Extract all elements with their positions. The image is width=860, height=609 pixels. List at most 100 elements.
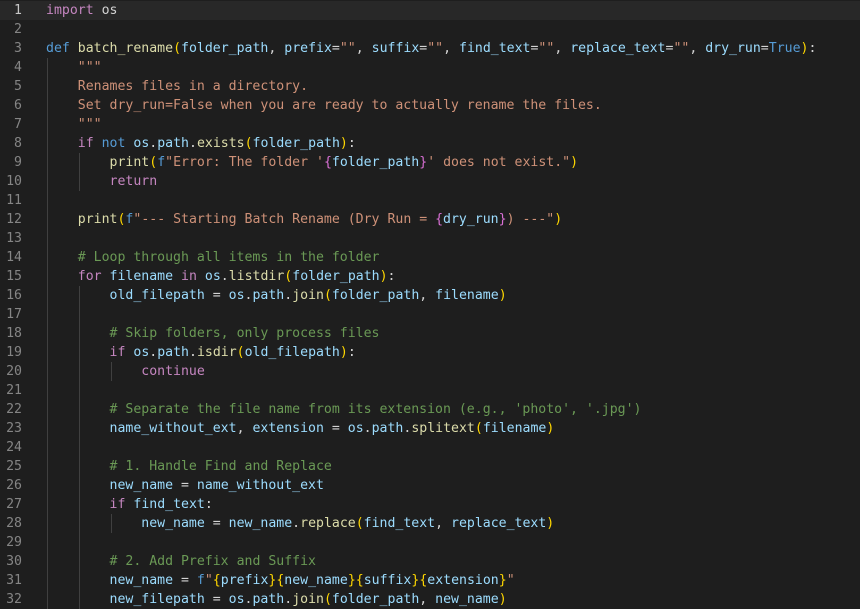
string-token: ' does not exist." — [427, 155, 571, 170]
code-line[interactable]: 5 Renames files in a directory. — [0, 77, 860, 96]
line-number: 30 — [6, 554, 22, 569]
code-line[interactable]: 9 print(f"Error: The folder '{folder_pat… — [0, 153, 860, 172]
variable-token: folder_path — [331, 288, 420, 303]
function-token: join — [292, 592, 324, 607]
control-keyword-token: import — [46, 3, 94, 18]
variable-token: path — [157, 345, 189, 360]
control-keyword-token: if — [109, 345, 126, 360]
variable-token: os — [228, 592, 245, 607]
function-token: exists — [196, 136, 245, 151]
variable-token: find_text — [459, 41, 531, 56]
bracket-token: ) — [339, 345, 348, 360]
line-number: 5 — [14, 79, 22, 94]
text-token: . — [284, 592, 293, 607]
string-token: "--- Starting Batch Rename (Dry Run = — [133, 212, 436, 227]
code-line[interactable]: 13 — [0, 229, 860, 248]
string-token: " — [204, 573, 213, 588]
code-line[interactable]: 31 new_name = f"{prefix}{new_name}{suffi… — [0, 571, 860, 590]
code-line[interactable]: 1 import os — [0, 1, 860, 20]
code-line[interactable]: 18 # Skip folders, only process files — [0, 324, 860, 343]
text-token: os — [93, 3, 118, 18]
code-line[interactable]: 30 # 2. Add Prefix and Suffix — [0, 552, 860, 571]
code-line[interactable]: 25 # 1. Handle Find and Replace — [0, 457, 860, 476]
line-number: 18 — [6, 326, 22, 341]
string-token: """ — [77, 117, 102, 132]
variable-token: folder_path — [331, 592, 420, 607]
variable-token: path — [252, 288, 285, 303]
text-token: = — [204, 516, 229, 531]
variable-token: new_name — [109, 573, 174, 588]
variable-token: os — [347, 421, 364, 436]
code-line[interactable]: 28 new_name = new_name.replace(find_text… — [0, 514, 860, 533]
code-content: continue — [46, 362, 205, 381]
variable-token: filename — [435, 288, 499, 303]
code-line[interactable]: 17 — [0, 305, 860, 324]
function-token: print — [109, 155, 150, 170]
variable-token: prefix — [284, 41, 332, 56]
code-line[interactable]: 32 new_filepath = os.path.join(folder_pa… — [0, 590, 860, 609]
function-token: isdir — [196, 345, 237, 360]
comment-token: # Separate the file name from its extens… — [109, 402, 642, 417]
code-content: import os — [46, 1, 117, 20]
code-line[interactable]: 15 for filename in os.listdir(folder_pat… — [0, 267, 860, 286]
keyword-token: True — [768, 41, 801, 56]
code-line[interactable]: 24 — [0, 438, 860, 457]
code-line[interactable]: 19 if os.path.isdir(old_filepath): — [0, 343, 860, 362]
bracket-token: ) — [546, 421, 555, 436]
code-line[interactable]: 26 new_name = name_without_ext — [0, 476, 860, 495]
code-content: print(f"--- Starting Batch Rename (Dry R… — [46, 210, 562, 229]
comment-token: # Skip folders, only process files — [109, 326, 380, 341]
code-line[interactable]: 14 # Loop through all items in the folde… — [0, 248, 860, 267]
bracket-token: } — [498, 573, 507, 588]
code-line[interactable]: 16 old_filepath = os.path.join(folder_pa… — [0, 286, 860, 305]
code-line[interactable]: 22 # Separate the file name from its ext… — [0, 400, 860, 419]
code-content: new_name = new_name.replace(find_text, r… — [46, 514, 554, 533]
code-line[interactable]: 23 name_without_ext, extension = os.path… — [0, 419, 860, 438]
code-line[interactable]: 21 — [0, 381, 860, 400]
line-number: 29 — [6, 535, 22, 550]
keyword-token: def — [46, 41, 70, 56]
line-number: 21 — [6, 383, 22, 398]
line-number: 31 — [6, 573, 22, 588]
bracket-token: ( — [355, 516, 364, 531]
code-content: return — [46, 172, 158, 191]
code-line[interactable]: 3 def batch_rename(folder_path, prefix=""… — [0, 39, 860, 58]
comment-token: # 1. Handle Find and Replace — [109, 459, 332, 474]
code-line[interactable]: 10 return — [0, 172, 860, 191]
variable-token: path — [252, 592, 285, 607]
code-line[interactable]: 12 print(f"--- Starting Batch Rename (Dr… — [0, 210, 860, 229]
code-line[interactable]: 2 — [0, 20, 860, 39]
code-line[interactable]: 27 if find_text: — [0, 495, 860, 514]
bracket-token: ) — [554, 212, 563, 227]
code-line[interactable]: 6 Set dry_run=False when you are ready t… — [0, 96, 860, 115]
code-content: if os.path.isdir(old_filepath): — [46, 343, 356, 362]
bracket-token: } — [498, 212, 507, 227]
comment-token: # Loop through all items in the folder — [77, 250, 380, 265]
line-number: 6 — [14, 98, 22, 113]
string-token: "" — [339, 41, 356, 56]
variable-token: dry_run — [443, 212, 499, 227]
line-number: 11 — [6, 193, 22, 208]
bracket-token: ( — [236, 345, 245, 360]
text-token: = — [173, 478, 197, 493]
code-line[interactable]: 8 if not os.path.exists(folder_path): — [0, 134, 860, 153]
string-token: "" — [427, 41, 444, 56]
line-number: 25 — [6, 459, 22, 474]
code-line[interactable]: 4 """ — [0, 58, 860, 77]
code-line[interactable]: 7 """ — [0, 115, 860, 134]
code-line[interactable]: 20 continue — [0, 362, 860, 381]
code-line[interactable]: 29 — [0, 533, 860, 552]
line-number: 22 — [6, 402, 22, 417]
line-number: 32 — [6, 592, 22, 607]
code-line[interactable]: 11 — [0, 191, 860, 210]
bracket-token: { — [435, 212, 444, 227]
variable-token: path — [157, 136, 189, 151]
code-editor[interactable]: 1 import os 2 3 def batch_rename(folder_path… — [0, 0, 860, 609]
